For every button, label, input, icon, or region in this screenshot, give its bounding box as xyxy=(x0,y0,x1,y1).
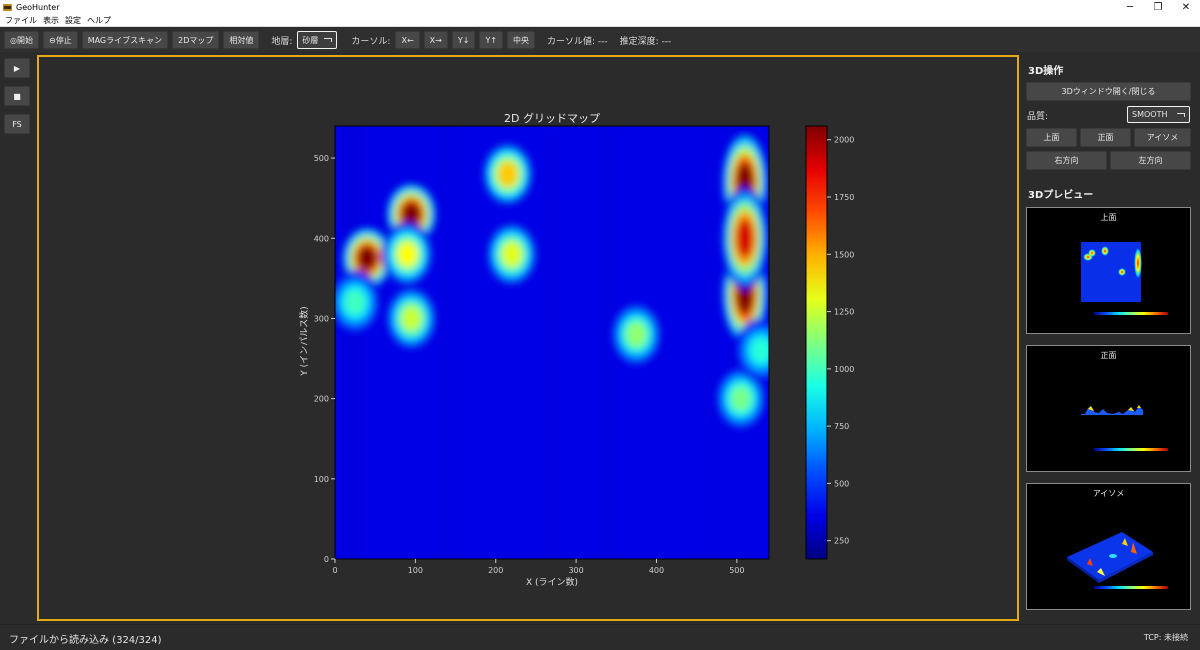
play-button[interactable]: ▶ xyxy=(4,58,30,78)
heatmap-hotspot xyxy=(497,161,518,187)
heatmap-hotspot xyxy=(501,241,522,267)
cursor-x-minus-button[interactable]: X← xyxy=(395,31,420,49)
toggle-3d-window-button[interactable]: 3Dウィンドウ開く/閉じる xyxy=(1026,82,1191,101)
menu-file[interactable]: ファイル xyxy=(5,15,37,26)
heatmap-plot-area[interactable] xyxy=(329,126,787,559)
heatmap-texture xyxy=(696,126,715,559)
dropdown-icon xyxy=(324,38,333,42)
stop-button[interactable]: ⊖停止 xyxy=(42,31,78,49)
cursor-value-readout: カーソル値: --- xyxy=(547,36,608,47)
status-bar: ファイルから読み込み (324/324) TCP: 未接続 xyxy=(0,624,1200,650)
view-top-button[interactable]: 上面 xyxy=(1026,128,1077,147)
map-panel: 2D グリッドマップ 0 100 200 300 400 500 0 100 200 300 400… xyxy=(37,55,1019,621)
quality-label: 品質: xyxy=(1027,112,1049,122)
menu-view[interactable]: 表示 xyxy=(43,15,59,26)
preview-iso-image xyxy=(1067,532,1153,583)
view-iso-button[interactable]: アイソメ xyxy=(1134,128,1191,147)
colorbar-tick-label: 2000 xyxy=(834,136,854,145)
x-tick-label: 100 xyxy=(408,566,423,575)
colorbar-tick-label: 750 xyxy=(834,422,849,431)
heatmap-hotspot xyxy=(401,305,422,331)
y-tick-label: 300 xyxy=(314,314,329,323)
window-controls: ─ ❐ ✕ xyxy=(1116,0,1200,14)
preview-iso[interactable]: アイソメ xyxy=(1026,483,1191,610)
preview-colorbar xyxy=(1094,586,1168,589)
chart-title: 2D グリッドマップ xyxy=(504,111,600,125)
heatmap-hotspot xyxy=(735,218,754,259)
map-2d-button[interactable]: 2Dマップ xyxy=(172,31,220,49)
title-bar: GeoHunter ─ ❐ ✕ xyxy=(0,0,1200,14)
quality-select[interactable]: SMOOTH xyxy=(1127,106,1190,123)
heatmap-hotspot xyxy=(730,386,751,412)
y-tick-label: 100 xyxy=(314,475,329,484)
x-tick-label: 500 xyxy=(729,566,744,575)
tcp-status: TCP: 未接続 xyxy=(1143,633,1188,642)
preview-title: 3Dプレビュー xyxy=(1028,190,1094,201)
colorbar-tick-label: 500 xyxy=(834,479,849,488)
layer-select[interactable]: 砂層 xyxy=(297,31,338,49)
quality-select-value: SMOOTH xyxy=(1132,110,1168,119)
dropdown-icon xyxy=(1177,112,1185,117)
relative-value-button[interactable]: 相対値 xyxy=(223,31,260,49)
x-axis-label: X (ライン数) xyxy=(526,576,578,588)
colorbar xyxy=(805,125,828,560)
preview-colorbar xyxy=(1094,312,1168,315)
start-button[interactable]: ◎開始 xyxy=(4,31,39,49)
menu-help[interactable]: ヘルプ xyxy=(87,15,111,26)
heatmap-chart: 2D グリッドマップ 0 100 200 300 400 500 0 100 200 300 400… xyxy=(298,111,854,588)
preview-top[interactable]: 上面 xyxy=(1026,207,1191,334)
maximize-icon[interactable]: ❐ xyxy=(1144,0,1172,14)
window-title: GeoHunter xyxy=(16,2,60,12)
colorbar-tick-label: 1000 xyxy=(834,365,854,374)
heatmap-hotspot xyxy=(750,338,769,364)
preview-top-image xyxy=(1081,242,1142,302)
y-tick-label: 400 xyxy=(314,234,329,243)
x-tick-label: 200 xyxy=(488,566,503,575)
colorbar-tick-label: 1250 xyxy=(834,308,854,317)
y-tick-label: 500 xyxy=(314,154,329,163)
app-icon xyxy=(3,3,12,11)
x-tick-label: 0 xyxy=(332,566,337,575)
heatmap-hotspot xyxy=(345,289,366,315)
heatmap-texture xyxy=(343,126,362,559)
cursor-center-button[interactable]: 中央 xyxy=(507,31,536,49)
colorbar-tick-label: 1750 xyxy=(834,193,854,202)
cursor-x-plus-button[interactable]: X→ xyxy=(423,31,448,49)
layer-select-value: 砂層 xyxy=(302,35,319,45)
view-front-button[interactable]: 正面 xyxy=(1080,128,1131,147)
y-tick-label: 0 xyxy=(324,555,329,564)
mag-live-scan-button[interactable]: MAGライブスキャン xyxy=(81,31,169,49)
layer-label: 地層: xyxy=(271,36,293,47)
colorbar-tick-label: 250 xyxy=(834,537,849,546)
minimize-icon[interactable]: ─ xyxy=(1116,0,1144,14)
cursor-label: カーソル: xyxy=(351,36,391,47)
heatmap-hotspot xyxy=(397,241,418,267)
y-axis-label: Y (インパルス数) xyxy=(298,306,310,376)
view-right-button[interactable]: 右方向 xyxy=(1026,151,1107,170)
stop-square-button[interactable]: ■ xyxy=(4,86,30,106)
preview-colorbar xyxy=(1094,448,1168,451)
toolbar: ◎開始 ⊖停止 MAGライブスキャン 2Dマップ 相対値 地層: 砂層 カーソル… xyxy=(0,28,1200,52)
preview-front[interactable]: 正面 xyxy=(1026,345,1191,472)
heatmap-hotspot xyxy=(357,245,378,271)
preview-front-image xyxy=(1081,405,1143,415)
fullscreen-button[interactable]: FS xyxy=(4,114,30,134)
cursor-y-down-button[interactable]: Y↓ xyxy=(451,31,476,49)
close-icon[interactable]: ✕ xyxy=(1172,0,1200,14)
colorbar-tick-label: 1500 xyxy=(834,250,854,259)
ops-title: 3D操作 xyxy=(1028,66,1064,77)
menu-bar: ファイル 表示 設定 ヘルプ xyxy=(0,14,1200,27)
heatmap-hotspot xyxy=(626,321,647,347)
status-message: ファイルから読み込み (324/324) xyxy=(9,635,162,646)
depth-readout: 推定深度: --- xyxy=(619,36,672,47)
x-tick-label: 300 xyxy=(568,566,583,575)
heatmap-texture xyxy=(543,126,562,559)
y-tick-label: 200 xyxy=(314,395,329,404)
view-left-button[interactable]: 左方向 xyxy=(1110,151,1191,170)
heatmap-texture xyxy=(439,126,458,559)
x-tick-label: 400 xyxy=(649,566,664,575)
menu-settings[interactable]: 設定 xyxy=(65,15,81,26)
cursor-y-up-button[interactable]: Y↑ xyxy=(479,31,504,49)
